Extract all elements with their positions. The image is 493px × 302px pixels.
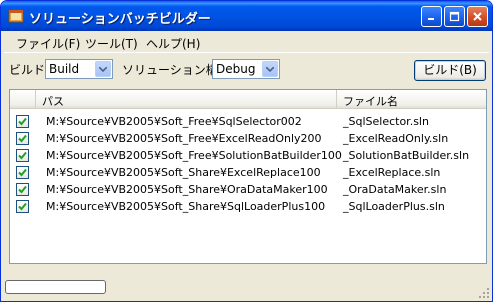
chevron-down-icon[interactable] [262,61,278,77]
table-row[interactable]: M:¥Source¥VB2005¥Soft_Share¥OraDataMaker… [10,181,486,198]
minimize-icon [428,18,434,20]
solution-list[interactable]: パス ファイル名 M:¥Source¥VB2005¥Soft_Free¥SqlS… [9,89,487,264]
row-checkbox[interactable] [16,200,29,213]
menu-help[interactable]: ヘルプ(H) [146,35,200,52]
app-icon [8,8,24,24]
app-window: ソリューションバッチビルダー ファイル(F) ツール(T) ヘルプ(H) ビルド… [0,0,493,302]
row-path: M:¥Source¥VB2005¥Soft_Share¥OraDataMaker… [46,183,328,196]
close-icon [473,12,482,21]
list-header: パス ファイル名 [10,90,486,109]
row-path: M:¥Source¥VB2005¥Soft_Share¥ExcelReplace… [46,166,321,179]
row-path: M:¥Source¥VB2005¥Soft_Share¥SqlLoaderPlu… [46,200,326,213]
row-filename: _ExcelReadOnly.sln [343,132,449,145]
menu-bar: ファイル(F) ツール(T) ヘルプ(H) [4,31,489,53]
resize-grip-icon[interactable] [478,287,490,299]
close-button[interactable] [467,6,488,27]
table-row[interactable]: M:¥Source¥VB2005¥Soft_Share¥ExcelReplace… [10,164,486,181]
header-filename[interactable]: ファイル名 [337,90,486,109]
build-button[interactable]: ビルド(B) [414,60,486,81]
table-row[interactable]: M:¥Source¥VB2005¥Soft_Free¥SqlSelector00… [10,113,486,130]
minimize-button[interactable] [421,6,442,27]
row-filename: _OraDataMaker.sln [343,183,447,196]
check-icon [18,168,27,177]
row-checkbox[interactable] [16,166,29,179]
check-icon [18,185,27,194]
table-row[interactable]: M:¥Source¥VB2005¥Soft_Free¥ExcelReadOnly… [10,130,486,147]
check-icon [18,117,27,126]
check-icon [18,134,27,143]
toolbar: ビルド Build ソリューション構成 Debug ビルド(B) [4,54,489,82]
menu-file[interactable]: ファイル(F) [16,35,80,52]
solution-config-value: Debug [216,62,256,76]
maximize-icon [449,11,460,22]
check-icon [18,202,27,211]
table-row[interactable]: M:¥Source¥VB2005¥Soft_Share¥SqlLoaderPlu… [10,198,486,215]
solution-config-select[interactable]: Debug [212,59,280,79]
build-type-label: ビルド [9,63,46,77]
header-path[interactable]: パス [36,90,337,109]
check-icon [18,151,27,160]
header-path-label: パス [42,95,64,108]
build-type-select[interactable]: Build [45,59,113,79]
title-bar[interactable]: ソリューションバッチビルダー [1,1,492,31]
row-checkbox[interactable] [16,183,29,196]
header-filename-label: ファイル名 [343,95,398,108]
build-type-value: Build [49,62,80,76]
progress-bar [5,280,106,294]
row-checkbox[interactable] [16,132,29,145]
status-bar [1,277,492,301]
window-title: ソリューションバッチビルダー [29,12,211,27]
row-filename: _ExcelReplace.sln [343,166,441,179]
row-checkbox[interactable] [16,115,29,128]
row-path: M:¥Source¥VB2005¥Soft_Free¥ExcelReadOnly… [46,132,322,145]
row-path: M:¥Source¥VB2005¥Soft_Free¥SolutionBatBu… [46,149,342,162]
table-row[interactable]: M:¥Source¥VB2005¥Soft_Free¥SolutionBatBu… [10,147,486,164]
maximize-button[interactable] [444,6,465,27]
row-filename: _SolutionBatBuilder.sln [343,149,470,162]
row-filename: _SqlLoaderPlus.sln [343,200,445,213]
menu-tools[interactable]: ツール(T) [85,35,138,52]
row-path: M:¥Source¥VB2005¥Soft_Free¥SqlSelector00… [46,115,302,128]
row-filename: _SqlSelector.sln [343,115,429,128]
row-checkbox[interactable] [16,149,29,162]
header-check-column[interactable] [10,90,36,109]
chevron-down-icon[interactable] [95,61,111,77]
